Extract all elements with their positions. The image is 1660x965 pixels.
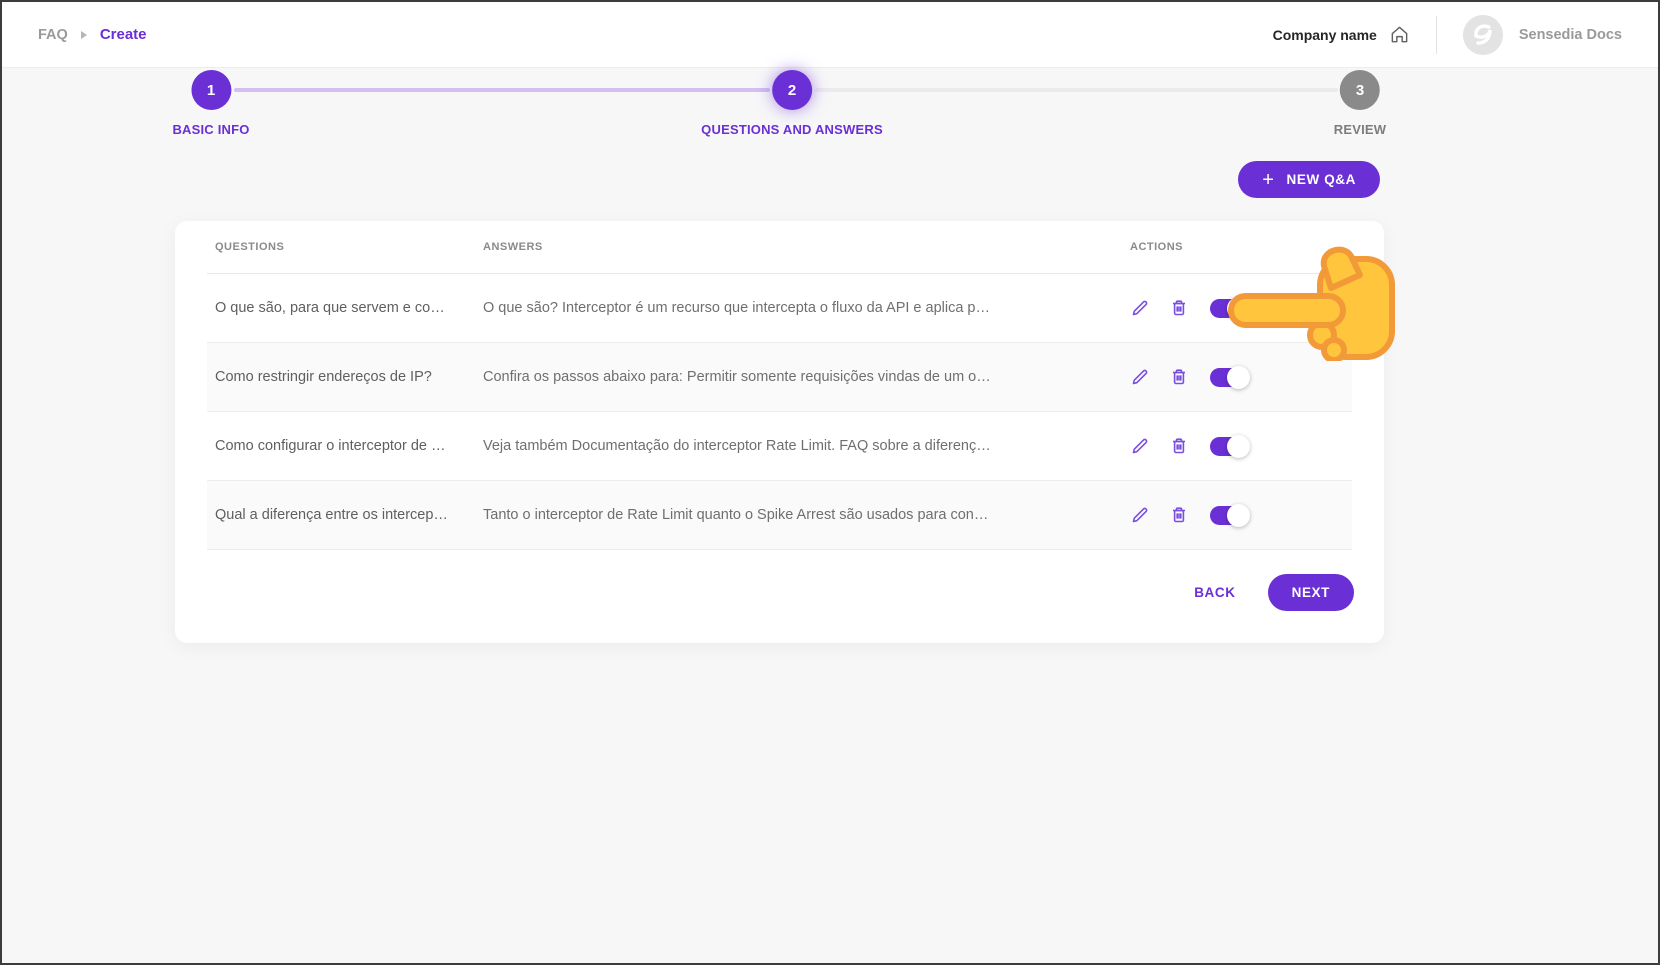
actions-cell <box>1122 298 1352 318</box>
sensedia-logo-icon <box>1463 15 1503 55</box>
step-basic-info[interactable]: 1 BASIC INFO <box>172 70 249 137</box>
actions-cell <box>1122 367 1352 387</box>
edit-icon[interactable] <box>1130 436 1150 456</box>
edit-icon[interactable] <box>1130 367 1150 387</box>
trash-icon[interactable] <box>1169 436 1189 456</box>
question-cell: O que são, para que servem e co… <box>207 300 475 316</box>
step-label-2: QUESTIONS AND ANSWERS <box>701 122 883 137</box>
stepper-connector-2-3 <box>815 88 1338 92</box>
enabled-toggle[interactable] <box>1210 299 1247 318</box>
new-qa-button[interactable]: + NEW Q&A <box>1238 161 1380 198</box>
header-divider <box>1436 16 1437 54</box>
top-bar: FAQ Create Company name Sensedia Docs <box>2 2 1658 68</box>
breadcrumb-item-faq[interactable]: FAQ <box>38 27 68 43</box>
question-cell: Qual a diferença entre os intercep… <box>207 507 475 523</box>
answer-cell: Veja também Documentação do interceptor … <box>475 438 1122 454</box>
step-review[interactable]: 3 REVIEW <box>1334 70 1386 137</box>
trash-icon[interactable] <box>1169 367 1189 387</box>
breadcrumb-item-create: Create <box>100 26 147 43</box>
enabled-toggle[interactable] <box>1210 506 1247 525</box>
step-circle-2[interactable]: 2 <box>772 70 812 110</box>
brand-logo <box>1463 15 1503 55</box>
enabled-toggle[interactable] <box>1210 368 1247 387</box>
step-label-1: BASIC INFO <box>172 122 249 137</box>
table-row: O que são, para que servem e co… O que s… <box>207 274 1352 343</box>
trash-icon[interactable] <box>1169 298 1189 318</box>
back-button[interactable]: BACK <box>1194 585 1235 600</box>
answer-cell: Tanto o interceptor de Rate Limit quanto… <box>475 507 1122 523</box>
answer-cell: Confira os passos abaixo para: Permitir … <box>475 369 1122 385</box>
stepper: 1 BASIC INFO 2 QUESTIONS AND ANSWERS 3 R… <box>2 70 1658 142</box>
company-name-label: Company name <box>1273 27 1377 43</box>
question-cell: Como configurar o interceptor de … <box>207 438 475 454</box>
column-header-questions: QUESTIONS <box>207 241 475 253</box>
answer-cell: O que são? Interceptor é um recurso que … <box>475 300 1122 316</box>
table-row: Qual a diferença entre os intercep… Tant… <box>207 481 1352 550</box>
table-row: Como configurar o interceptor de … Veja … <box>207 412 1352 481</box>
plus-icon: + <box>1262 170 1274 190</box>
stepper-connector-1-2 <box>234 88 770 92</box>
column-header-actions: ACTIONS <box>1122 241 1352 253</box>
qa-card: QUESTIONS ANSWERS ACTIONS O que são, par… <box>175 221 1384 643</box>
app-window: FAQ Create Company name Sensedia Docs 1 <box>0 0 1660 965</box>
question-cell: Como restringir endereços de IP? <box>207 369 475 385</box>
column-header-answers: ANSWERS <box>475 241 1122 253</box>
actions-cell <box>1122 436 1352 456</box>
breadcrumb: FAQ Create <box>38 26 147 43</box>
top-bar-right: Company name Sensedia Docs <box>1273 15 1622 55</box>
table-header-row: QUESTIONS ANSWERS ACTIONS <box>207 221 1352 274</box>
step-questions-and-answers[interactable]: 2 QUESTIONS AND ANSWERS <box>701 70 883 137</box>
table-row: Como restringir endereços de IP? Confira… <box>207 343 1352 412</box>
edit-icon[interactable] <box>1130 505 1150 525</box>
step-circle-1[interactable]: 1 <box>191 70 231 110</box>
actions-cell <box>1122 505 1352 525</box>
step-label-3: REVIEW <box>1334 122 1386 137</box>
card-footer: BACK NEXT <box>1194 574 1354 611</box>
home-icon[interactable] <box>1389 24 1410 45</box>
enabled-toggle[interactable] <box>1210 437 1247 456</box>
next-button[interactable]: NEXT <box>1268 574 1354 611</box>
new-qa-label: NEW Q&A <box>1287 172 1356 187</box>
qa-table: QUESTIONS ANSWERS ACTIONS O que são, par… <box>207 221 1352 550</box>
brand-name-label: Sensedia Docs <box>1519 27 1622 43</box>
edit-icon[interactable] <box>1130 298 1150 318</box>
trash-icon[interactable] <box>1169 505 1189 525</box>
step-circle-3[interactable]: 3 <box>1340 70 1380 110</box>
chevron-right-icon <box>80 30 88 40</box>
